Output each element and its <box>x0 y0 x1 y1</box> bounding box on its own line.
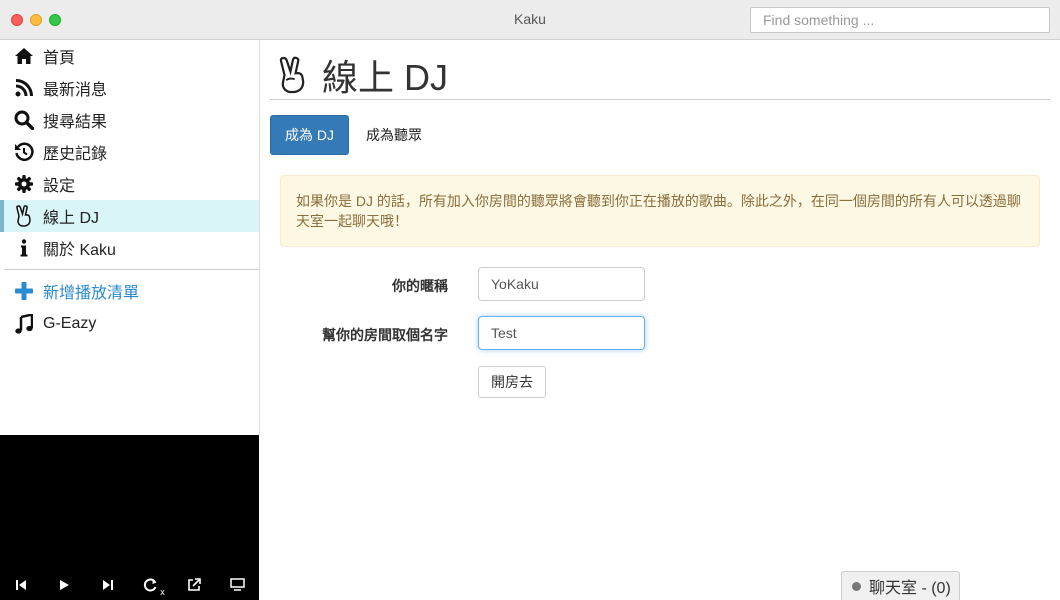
sidebar-item-online-dj[interactable]: 線上 DJ <box>0 200 259 232</box>
tab-become-dj[interactable]: 成為 DJ <box>270 115 349 155</box>
nickname-field[interactable] <box>478 267 645 301</box>
add-playlist-label: 新增播放清單 <box>43 285 140 302</box>
search-icon <box>13 109 35 131</box>
history-icon <box>13 141 35 163</box>
info-icon <box>13 237 35 259</box>
rss-icon <box>13 77 35 99</box>
plus-icon <box>13 280 35 302</box>
title-bar: Kaku <box>0 0 1060 40</box>
previous-button[interactable] <box>12 578 30 596</box>
sidebar-item-settings[interactable]: 設定 <box>0 168 259 200</box>
page-title: 線上 DJ <box>322 56 449 98</box>
home-icon <box>13 45 35 67</box>
repeat-button[interactable]: x <box>142 578 166 597</box>
playlist-label: G-Eazy <box>43 315 97 332</box>
chatroom-toggle[interactable]: 聊天室 - (0) <box>841 571 960 600</box>
tab-become-listener[interactable]: 成為聽眾 <box>352 115 436 155</box>
sidebar-item-label: 線上 DJ <box>43 210 100 227</box>
sidebar-playlist-item[interactable]: G-Eazy <box>0 308 259 340</box>
external-link-icon <box>187 577 201 597</box>
hand-peace-icon <box>13 205 35 227</box>
sidebar: 首頁 最新消息 搜尋結果 歷史記錄 設定 線上 DJ 關於 Kaku 新增播放清… <box>0 40 260 435</box>
sidebar-divider <box>4 269 259 270</box>
sidebar-item-label: 設定 <box>43 178 76 195</box>
sidebar-item-home[interactable]: 首頁 <box>0 40 259 72</box>
page-header: 線上 DJ <box>270 50 1050 100</box>
sidebar-item-label: 關於 Kaku <box>43 242 116 259</box>
status-dot <box>852 581 861 591</box>
sidebar-item-history[interactable]: 歷史記錄 <box>0 136 259 168</box>
sidebar-item-label: 歷史記錄 <box>43 146 108 163</box>
step-forward-icon <box>102 578 114 596</box>
sidebar-item-news[interactable]: 最新消息 <box>0 72 259 104</box>
external-link-button[interactable] <box>185 577 203 597</box>
nickname-label: 你的暱稱 <box>392 278 448 294</box>
tv-button[interactable] <box>228 578 246 596</box>
sidebar-item-label: 首頁 <box>43 50 76 67</box>
info-alert: 如果你是 DJ 的話，所有加入你房間的聽眾將會聽到你正在播放的歌曲。除此之外，在… <box>280 175 1040 247</box>
room-name-field[interactable] <box>478 316 645 350</box>
sidebar-item-label: 搜尋結果 <box>43 114 108 131</box>
music-icon <box>13 313 35 335</box>
gear-icon <box>13 173 35 195</box>
tv-icon <box>229 578 245 596</box>
sidebar-item-about[interactable]: 關於 Kaku <box>0 232 259 264</box>
next-button[interactable] <box>99 578 117 596</box>
step-backward-icon <box>15 578 27 596</box>
main-content: 線上 DJ 成為 DJ 成為聽眾 如果你是 DJ 的話，所有加入你房間的聽眾將會… <box>260 40 1060 600</box>
repeat-badge: x <box>160 586 165 597</box>
repeat-icon <box>143 578 159 597</box>
video-player[interactable]: x <box>0 435 259 600</box>
sidebar-item-label: 最新消息 <box>43 82 108 99</box>
play-icon <box>58 578 70 596</box>
search-input[interactable] <box>750 7 1050 33</box>
room-name-label: 幫你的房間取個名字 <box>322 327 448 343</box>
play-button[interactable] <box>55 578 73 596</box>
sidebar-item-search-results[interactable]: 搜尋結果 <box>0 104 259 136</box>
hand-peace-icon <box>276 56 310 94</box>
add-playlist-button[interactable]: 新增播放清單 <box>0 275 259 307</box>
open-room-button[interactable]: 開房去 <box>478 366 546 398</box>
chatroom-label: 聊天室 - (0) <box>869 580 951 597</box>
